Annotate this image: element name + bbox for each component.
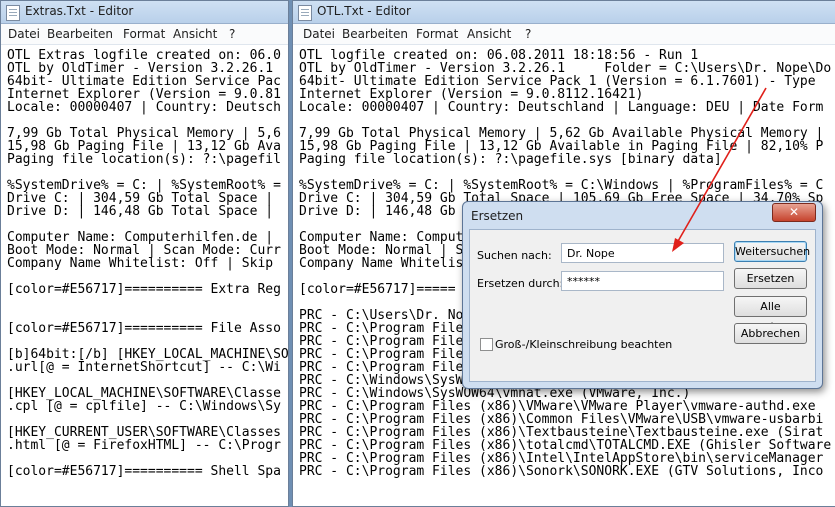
text-line: Paging file location(s): ?:\pagefile.sys… — [299, 152, 722, 167]
right-menu-bar: Datei Bearbeiten Format Ansicht ? — [293, 24, 835, 45]
text-line: [color=#E56717]========== Shell Spa — [7, 464, 281, 479]
notepad-icon — [298, 5, 312, 21]
match-case-label: Groß-/Kleinschreibung beachten — [495, 338, 673, 351]
replace-input[interactable]: ****** — [561, 271, 724, 291]
match-case-checkbox[interactable] — [480, 338, 493, 351]
text-line: [color=#E56717]========== File Asso — [7, 321, 281, 336]
left-window-title: Extras.Txt - Editor — [25, 4, 134, 18]
text-line: .url[@ = InternetShortcut] -- C:\Wi — [7, 360, 281, 375]
text-line: Locale: 00000407 | Country: Deutsch — [7, 100, 281, 115]
left-menu-format[interactable]: Format — [123, 27, 165, 41]
text-line: Paging file location(s): ?:\pagefil — [7, 152, 281, 167]
text-line: .html [@ = FirefoxHTML] -- C:\Progr — [7, 438, 281, 453]
notepad-icon — [6, 5, 20, 21]
right-menu-edit[interactable]: Bearbeiten — [342, 27, 408, 41]
find-label: Suchen nach: — [477, 249, 552, 262]
left-menu-view[interactable]: Ansicht — [173, 27, 217, 41]
right-menu-view[interactable]: Ansicht — [467, 27, 511, 41]
cancel-button[interactable]: Abbrechen — [734, 323, 807, 344]
left-menu-help[interactable]: ? — [229, 27, 235, 41]
left-menu-bar: Datei Bearbeiten Format Ansicht ? — [1, 24, 288, 45]
text-line: Drive D: | 146,48 Gb Total Space | — [7, 204, 274, 219]
text-line: [color=#E56717]========== Extra Reg — [7, 282, 281, 297]
left-menu-edit[interactable]: Bearbeiten — [47, 27, 113, 41]
replace-button[interactable]: Ersetzen — [734, 268, 807, 289]
left-menu-file[interactable]: Datei — [8, 27, 40, 41]
replace-label: Ersetzen durch: — [477, 277, 564, 290]
find-next-button[interactable]: Weitersuchen — [734, 241, 810, 262]
right-menu-file[interactable]: Datei — [303, 27, 335, 41]
dialog-body: Suchen nach: Dr. Nope Ersetzen durch: **… — [469, 229, 816, 382]
left-text-area[interactable]: OTL Extras logfile created on: 06.0 OTL b… — [1, 45, 288, 506]
left-title-bar[interactable]: Extras.Txt - Editor — [1, 1, 288, 24]
left-editor-window: Extras.Txt - Editor Datei Bearbeiten For… — [0, 0, 289, 507]
find-input[interactable]: Dr. Nope — [561, 243, 724, 263]
text-line: Company Name Whitelist: Off | Skip — [7, 256, 274, 271]
text-line: Locale: 00000407 | Country: Deutschland … — [299, 100, 824, 115]
replace-dialog: Ersetzen ✕ Suchen nach: Dr. Nope Ersetze… — [462, 201, 823, 389]
dialog-title: Ersetzen — [471, 209, 524, 223]
text-line: .cpl [@ = cplfile] -- C:\Windows\Sy — [7, 399, 281, 414]
right-window-title: OTL.Txt - Editor — [317, 4, 411, 18]
right-menu-format[interactable]: Format — [416, 27, 458, 41]
text-line: PRC - C:\Program Files (x86)\Sonork\SONO… — [299, 464, 824, 479]
dialog-close-button[interactable]: ✕ — [772, 203, 816, 222]
text-line: Company Name Whitelis — [299, 256, 464, 271]
replace-all-button[interactable]: Alle ersetzen — [734, 296, 807, 333]
right-menu-help[interactable]: ? — [525, 27, 531, 41]
text-line: [color=#E56717]===== — [299, 282, 456, 297]
right-title-bar[interactable]: OTL.Txt - Editor — [293, 1, 835, 24]
